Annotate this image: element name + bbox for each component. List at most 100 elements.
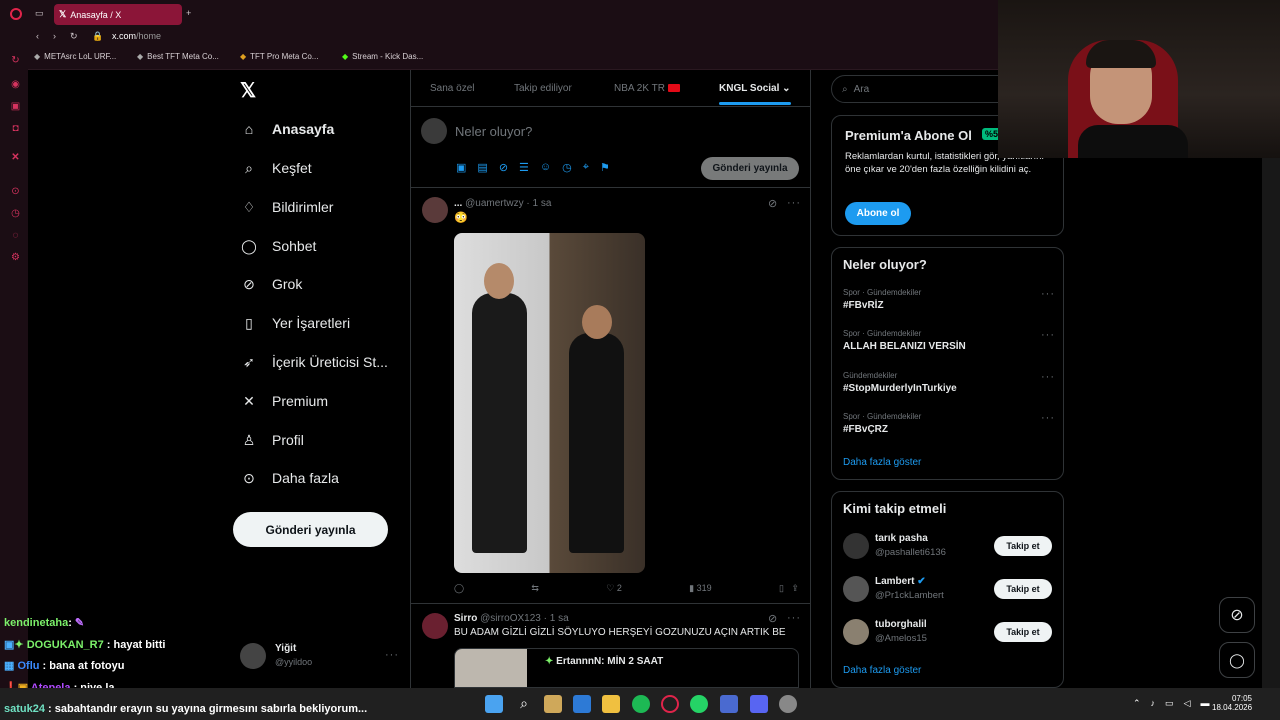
sidebar-refresh-icon[interactable]: ↻ [10,55,21,66]
back-icon[interactable]: ‹ [36,31,39,41]
grok-explain-icon[interactable]: ⊘ [768,197,777,210]
post1-name[interactable]: ... [454,198,462,209]
sidebar-player-icon[interactable]: ⊙ [10,186,21,197]
nav-bookmarks[interactable]: ▯ Yer İşaretleri [240,308,350,338]
user-avatar[interactable] [240,643,266,669]
x-home-logo-icon[interactable]: 𝕏 [240,78,256,103]
suggested-name[interactable]: tarık pasha [875,533,928,544]
file-explorer-icon[interactable] [602,695,620,713]
sidebar-chat-icon[interactable]: ◌ [10,230,21,241]
image-icon[interactable]: ▣ [456,161,466,174]
follow-button[interactable]: Takip et [994,579,1052,599]
page-scrollbar[interactable] [1262,158,1280,688]
url-field[interactable]: x.com/home [112,31,161,41]
trend-item[interactable]: Spor · Gündemdekiler ALLAH BELANIZI VERSİ… [843,329,966,352]
post2-name[interactable]: Sirro [454,613,477,624]
compose-post-button[interactable]: Gönderi yayınla [701,157,799,180]
sidebar-history-icon[interactable]: ◷ [10,208,21,219]
post-button[interactable]: Gönderi yayınla [233,512,388,547]
bookmark-action-icon[interactable]: ▯ ⇪ [779,583,799,594]
post2-avatar[interactable] [422,613,448,639]
emoji-icon[interactable]: ☺ [540,161,551,174]
follow-show-more[interactable]: Daha fazla göster [843,665,921,676]
subscribe-button[interactable]: Abone ol [845,202,911,225]
sidebar-settings-icon[interactable]: ⚙ [10,252,21,263]
opera-logo-icon[interactable] [10,8,22,20]
trend-more-icon[interactable]: ··· [1041,329,1055,341]
bookmark-2[interactable]: ◆ Best TFT Meta Co... [137,52,219,61]
tab-nba2k[interactable]: NBA 2K TR [614,83,680,94]
start-icon[interactable] [485,695,503,713]
suggested-name[interactable]: tuborghalil [875,619,927,630]
gif-icon[interactable]: ▤ [477,161,487,174]
grok-float-button[interactable]: ⊘ [1219,597,1255,633]
bookmark-4[interactable]: ◆ Stream - Kick Das... [342,52,423,61]
nav-home[interactable]: ⌂ Anasayfa [240,114,335,144]
post2-more-icon[interactable]: ··· [787,612,801,624]
nav-premium[interactable]: ✕ Premium [240,386,328,416]
trend-more-icon[interactable]: ··· [1041,371,1055,383]
battlenet-icon[interactable] [720,695,738,713]
spotify-icon[interactable] [632,695,650,713]
bookmark-1[interactable]: ◆ METAsrc LoL URF... [34,52,116,61]
follow-button[interactable]: Takip et [994,536,1052,556]
bookmark-3[interactable]: ◆ TFT Pro Meta Co... [240,52,318,61]
trend-item[interactable]: Spor · Gündemdekiler #FBvÇRZ [843,412,921,435]
schedule-icon[interactable]: ◷ [562,161,572,174]
trend-item[interactable]: Gündemdekiler #StopMurderlyInTurkiye [843,371,957,394]
messages-float-button[interactable]: ◯ [1219,642,1255,678]
reload-icon[interactable]: ↻ [70,31,78,42]
nav-profile[interactable]: ♙ Profil [240,425,304,455]
suggested-name[interactable]: Lambert ✔ [875,576,926,587]
post2-quote[interactable]: ✦ ErtannnN: MİN 2 SAAT [454,648,799,688]
outlook-icon[interactable] [573,695,591,713]
post1-avatar[interactable] [422,197,448,223]
tab-following[interactable]: Takip ediliyor [514,83,572,94]
tab-kngl-social[interactable]: KNGL Social ⌄ [719,83,791,94]
whatsapp-icon[interactable] [690,695,708,713]
trends-show-more[interactable]: Daha fazla göster [843,457,921,468]
location-icon[interactable]: ⌖ [583,161,589,174]
reply-icon[interactable]: ◯ [454,583,464,594]
steam-icon[interactable] [779,695,797,713]
like-button[interactable]: ♡ 2 [606,583,622,594]
nav-grok[interactable]: ⊘ Grok [240,269,302,299]
suggested-avatar[interactable] [843,619,869,645]
trend-more-icon[interactable]: ··· [1041,288,1055,300]
tab-for-you[interactable]: Sana özel [430,83,474,94]
clock[interactable]: 07:05 18.04.2026 [1212,694,1252,712]
post2-handle[interactable]: @sirroOX123 [480,613,541,624]
views-button[interactable]: ▮ 319 [689,583,711,594]
post1-more-icon[interactable]: ··· [787,197,801,209]
sidebar-messenger-icon[interactable]: ▣ [10,101,21,112]
flag-icon[interactable]: ⚑ [600,161,610,174]
account-menu-icon[interactable]: ··· [385,649,399,661]
store-icon[interactable] [544,695,562,713]
nav-messages[interactable]: ◯ Sohbet [240,231,316,261]
nav-more[interactable]: ⊙ Daha fazla [240,463,339,493]
search-taskbar-icon[interactable]: ⌕ [515,695,533,713]
trend-item[interactable]: Spor · Gündemdekiler #FBvRİZ [843,288,921,311]
trend-more-icon[interactable]: ··· [1041,412,1055,424]
forward-icon[interactable]: › [53,31,56,41]
suggested-avatar[interactable] [843,576,869,602]
post2-grok-icon[interactable]: ⊘ [768,612,777,625]
new-tab-button[interactable]: + [186,8,191,18]
nav-explore[interactable]: ⌕ Keşfet [240,153,312,183]
repost-icon[interactable]: ⇆ [531,583,539,594]
system-tray[interactable]: ⌃ ♪ ▭ ◁ ▬ [1133,698,1209,709]
tab-overview-icon[interactable]: ▭ [35,8,44,19]
compose-input[interactable]: Neler oluyor? [455,124,532,139]
nav-notifications[interactable]: ♢ Bildirimler [240,192,334,222]
post1-image[interactable] [454,233,645,573]
follow-button[interactable]: Takip et [994,622,1052,642]
post1-handle[interactable]: @uamertwzy [465,198,524,209]
grok-compose-icon[interactable]: ⊘ [499,161,508,174]
poll-icon[interactable]: ☰ [519,161,529,174]
suggested-avatar[interactable] [843,533,869,559]
opera-taskbar-icon[interactable] [661,695,679,713]
sidebar-instagram-icon[interactable]: ◘ [10,123,21,134]
active-tab[interactable]: 𝕏 Anasayfa / X [54,4,182,25]
sidebar-x-icon[interactable]: ✕ [10,152,21,163]
nav-creator-studio[interactable]: ➶ İçerik Üreticisi St... [240,347,388,377]
